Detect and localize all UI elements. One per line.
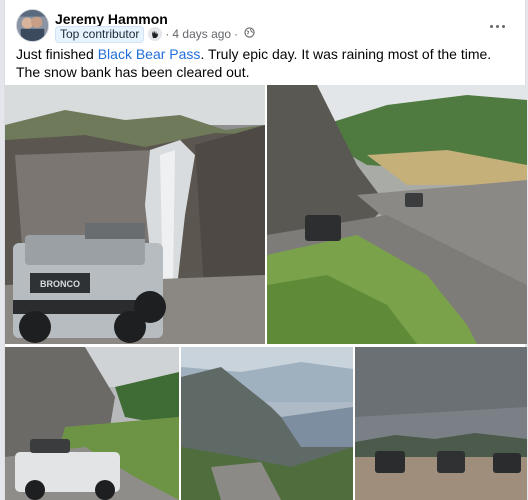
- post-card: Jeremy Hammon Top contributor · 4 days a…: [4, 0, 527, 500]
- post-text-start: Just finished: [16, 46, 98, 62]
- more-horizontal-icon: [489, 24, 493, 28]
- author-avatar[interactable]: [16, 9, 49, 42]
- svg-text:BRONCO: BRONCO: [40, 279, 80, 289]
- post-header: Jeremy Hammon Top contributor · 4 days a…: [16, 9, 525, 45]
- top-contributor-badge[interactable]: Top contributor: [55, 25, 145, 43]
- cliff-bronco-photo[interactable]: [5, 347, 179, 500]
- more-options-button[interactable]: [485, 16, 509, 36]
- mountain-trail-photo[interactable]: [267, 85, 527, 344]
- meta-separator-2: ·: [234, 27, 239, 41]
- more-dot: [501, 24, 505, 28]
- black-bear-pass-link[interactable]: Black Bear Pass: [98, 46, 201, 62]
- three-vehicles-photo[interactable]: [355, 347, 527, 500]
- more-dot: [495, 24, 499, 28]
- post-body: Just finished Black Bear Pass. Truly epi…: [16, 45, 516, 81]
- waving-hand-icon: [148, 27, 163, 41]
- meta-separator: ·: [165, 27, 170, 41]
- post-timestamp[interactable]: 4 days ago: [172, 27, 231, 41]
- waterfall-jeep-photo[interactable]: BRONCO: [5, 85, 265, 344]
- post-meta: Top contributor · 4 days ago ·: [55, 25, 255, 43]
- globe-icon: [241, 27, 255, 41]
- author-name[interactable]: Jeremy Hammon: [55, 11, 168, 27]
- valley-view-photo[interactable]: [181, 347, 353, 500]
